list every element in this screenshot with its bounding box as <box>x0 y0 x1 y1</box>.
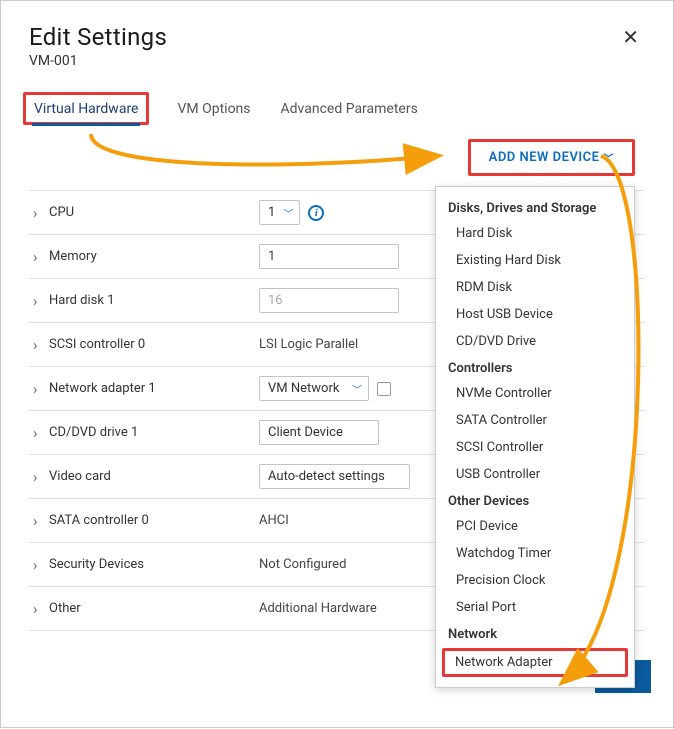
cd-dvd-drive-1-select[interactable]: Client Device <box>259 420 379 445</box>
row-cd-dvd-drive-1-label[interactable]: › CD/DVD drive 1 <box>29 424 249 442</box>
network-adapter-1-label-text: Network adapter 1 <box>49 381 156 396</box>
video-card-label-text: Video card <box>49 469 111 484</box>
row-security-devices-label[interactable]: › Security Devices <box>29 556 249 574</box>
edit-settings-dialog: Edit Settings VM-001 ✕ Virtual Hardware … <box>1 1 673 653</box>
scsi-controller-0-value-text: LSI Logic Parallel <box>259 337 358 352</box>
sata-controller-0-value-text: AHCI <box>259 513 289 528</box>
tabs: Virtual Hardware VM Options Advanced Par… <box>29 95 645 125</box>
add-device-menu: Disks, Drives and Storage Hard Disk Exis… <box>435 186 635 688</box>
menu-item-pci-device[interactable]: PCI Device <box>436 513 634 540</box>
memory-input[interactable]: 1 <box>259 244 399 269</box>
scsi-controller-0-label-text: SCSI controller 0 <box>49 337 145 352</box>
cpu-label-text: CPU <box>49 205 74 220</box>
tab-advanced-parameters[interactable]: Advanced Parameters <box>279 95 420 125</box>
other-value-text: Additional Hardware <box>259 601 377 616</box>
memory-input-value: 1 <box>268 249 275 264</box>
menu-item-hard-disk[interactable]: Hard Disk <box>436 220 634 247</box>
cpu-select[interactable]: 1 ﹀ <box>259 200 300 225</box>
content-area: › CPU 1 ﹀ i › Memory 1 <box>29 190 645 631</box>
add-new-device-label: ADD NEW DEVICE <box>489 150 600 165</box>
menu-heading-disks: Disks, Drives and Storage <box>436 195 634 220</box>
chevron-right-icon: › <box>33 512 43 530</box>
menu-item-watchdog-timer[interactable]: Watchdog Timer <box>436 540 634 567</box>
cpu-select-value: 1 <box>268 205 275 220</box>
memory-label-text: Memory <box>49 249 97 264</box>
dialog-title: Edit Settings <box>29 23 167 51</box>
info-icon[interactable]: i <box>308 205 324 221</box>
other-label-text: Other <box>49 601 81 616</box>
hard-disk-1-input[interactable]: 16 <box>259 288 399 313</box>
cd-dvd-drive-1-label-text: CD/DVD drive 1 <box>49 425 138 440</box>
menu-item-precision-clock[interactable]: Precision Clock <box>436 567 634 594</box>
tab-virtual-hardware[interactable]: Virtual Hardware <box>32 95 140 125</box>
video-card-select-value: Auto-detect settings <box>268 469 385 484</box>
network-adapter-1-select-value: VM Network <box>268 381 339 396</box>
menu-heading-network: Network <box>436 621 634 646</box>
security-devices-value-text: Not Configured <box>259 557 346 572</box>
menu-item-existing-hard-disk[interactable]: Existing Hard Disk <box>436 247 634 274</box>
chevron-right-icon: › <box>33 468 43 486</box>
menu-heading-controllers: Controllers <box>436 355 634 380</box>
row-network-adapter-1-label[interactable]: › Network adapter 1 <box>29 380 249 398</box>
chevron-right-icon: › <box>33 248 43 266</box>
chevron-right-icon: › <box>33 424 43 442</box>
chevron-right-icon: › <box>33 380 43 398</box>
network-adapter-1-select[interactable]: VM Network ﹀ <box>259 376 369 401</box>
row-cpu-label[interactable]: › CPU <box>29 204 249 222</box>
row-sata-controller-0-label[interactable]: › SATA controller 0 <box>29 512 249 530</box>
chevron-right-icon: › <box>33 204 43 222</box>
chevron-down-icon: ﹀ <box>283 205 293 220</box>
highlight-virtual-hardware: Virtual Hardware <box>23 92 149 125</box>
hard-disk-1-label-text: Hard disk 1 <box>49 293 115 308</box>
chevron-right-icon: › <box>33 600 43 618</box>
menu-item-network-adapter[interactable]: Network Adapter <box>442 648 628 677</box>
menu-heading-other: Other Devices <box>436 488 634 513</box>
security-devices-label-text: Security Devices <box>49 557 144 572</box>
sata-controller-0-label-text: SATA controller 0 <box>49 513 149 528</box>
title-block: Edit Settings VM-001 <box>29 23 167 69</box>
close-icon[interactable]: ✕ <box>616 23 645 51</box>
cd-dvd-drive-1-select-value: Client Device <box>268 425 343 440</box>
row-memory-label[interactable]: › Memory <box>29 248 249 266</box>
menu-item-nvme-controller[interactable]: NVMe Controller <box>436 380 634 407</box>
row-scsi-controller-0-label[interactable]: › SCSI controller 0 <box>29 336 249 354</box>
add-device-wrap: ADD NEW DEVICE ﹀ <box>29 139 635 176</box>
tab-vm-options[interactable]: VM Options <box>175 95 252 125</box>
row-other-label[interactable]: › Other <box>29 600 249 618</box>
menu-item-sata-controller[interactable]: SATA Controller <box>436 407 634 434</box>
row-hard-disk-1-label[interactable]: › Hard disk 1 <box>29 292 249 310</box>
menu-item-cd-dvd-drive[interactable]: CD/DVD Drive <box>436 328 634 355</box>
menu-item-scsi-controller[interactable]: SCSI Controller <box>436 434 634 461</box>
chevron-right-icon: › <box>33 292 43 310</box>
chevron-down-icon: ﹀ <box>604 150 615 165</box>
chevron-right-icon: › <box>33 556 43 574</box>
network-adapter-connect-checkbox[interactable] <box>377 382 391 396</box>
menu-item-usb-controller[interactable]: USB Controller <box>436 461 634 488</box>
dialog-subtitle: VM-001 <box>29 53 167 69</box>
row-video-card-label[interactable]: › Video card <box>29 468 249 486</box>
menu-item-rdm-disk[interactable]: RDM Disk <box>436 274 634 301</box>
chevron-right-icon: › <box>33 336 43 354</box>
dialog-header: Edit Settings VM-001 ✕ <box>29 23 645 69</box>
chevron-down-icon: ﹀ <box>352 381 362 396</box>
menu-item-host-usb-device[interactable]: Host USB Device <box>436 301 634 328</box>
add-new-device-button[interactable]: ADD NEW DEVICE ﹀ <box>479 144 624 171</box>
highlight-add-device: ADD NEW DEVICE ﹀ <box>468 139 635 176</box>
hard-disk-1-input-value: 16 <box>268 293 283 308</box>
video-card-select[interactable]: Auto-detect settings <box>259 464 410 489</box>
menu-item-serial-port[interactable]: Serial Port <box>436 594 634 621</box>
